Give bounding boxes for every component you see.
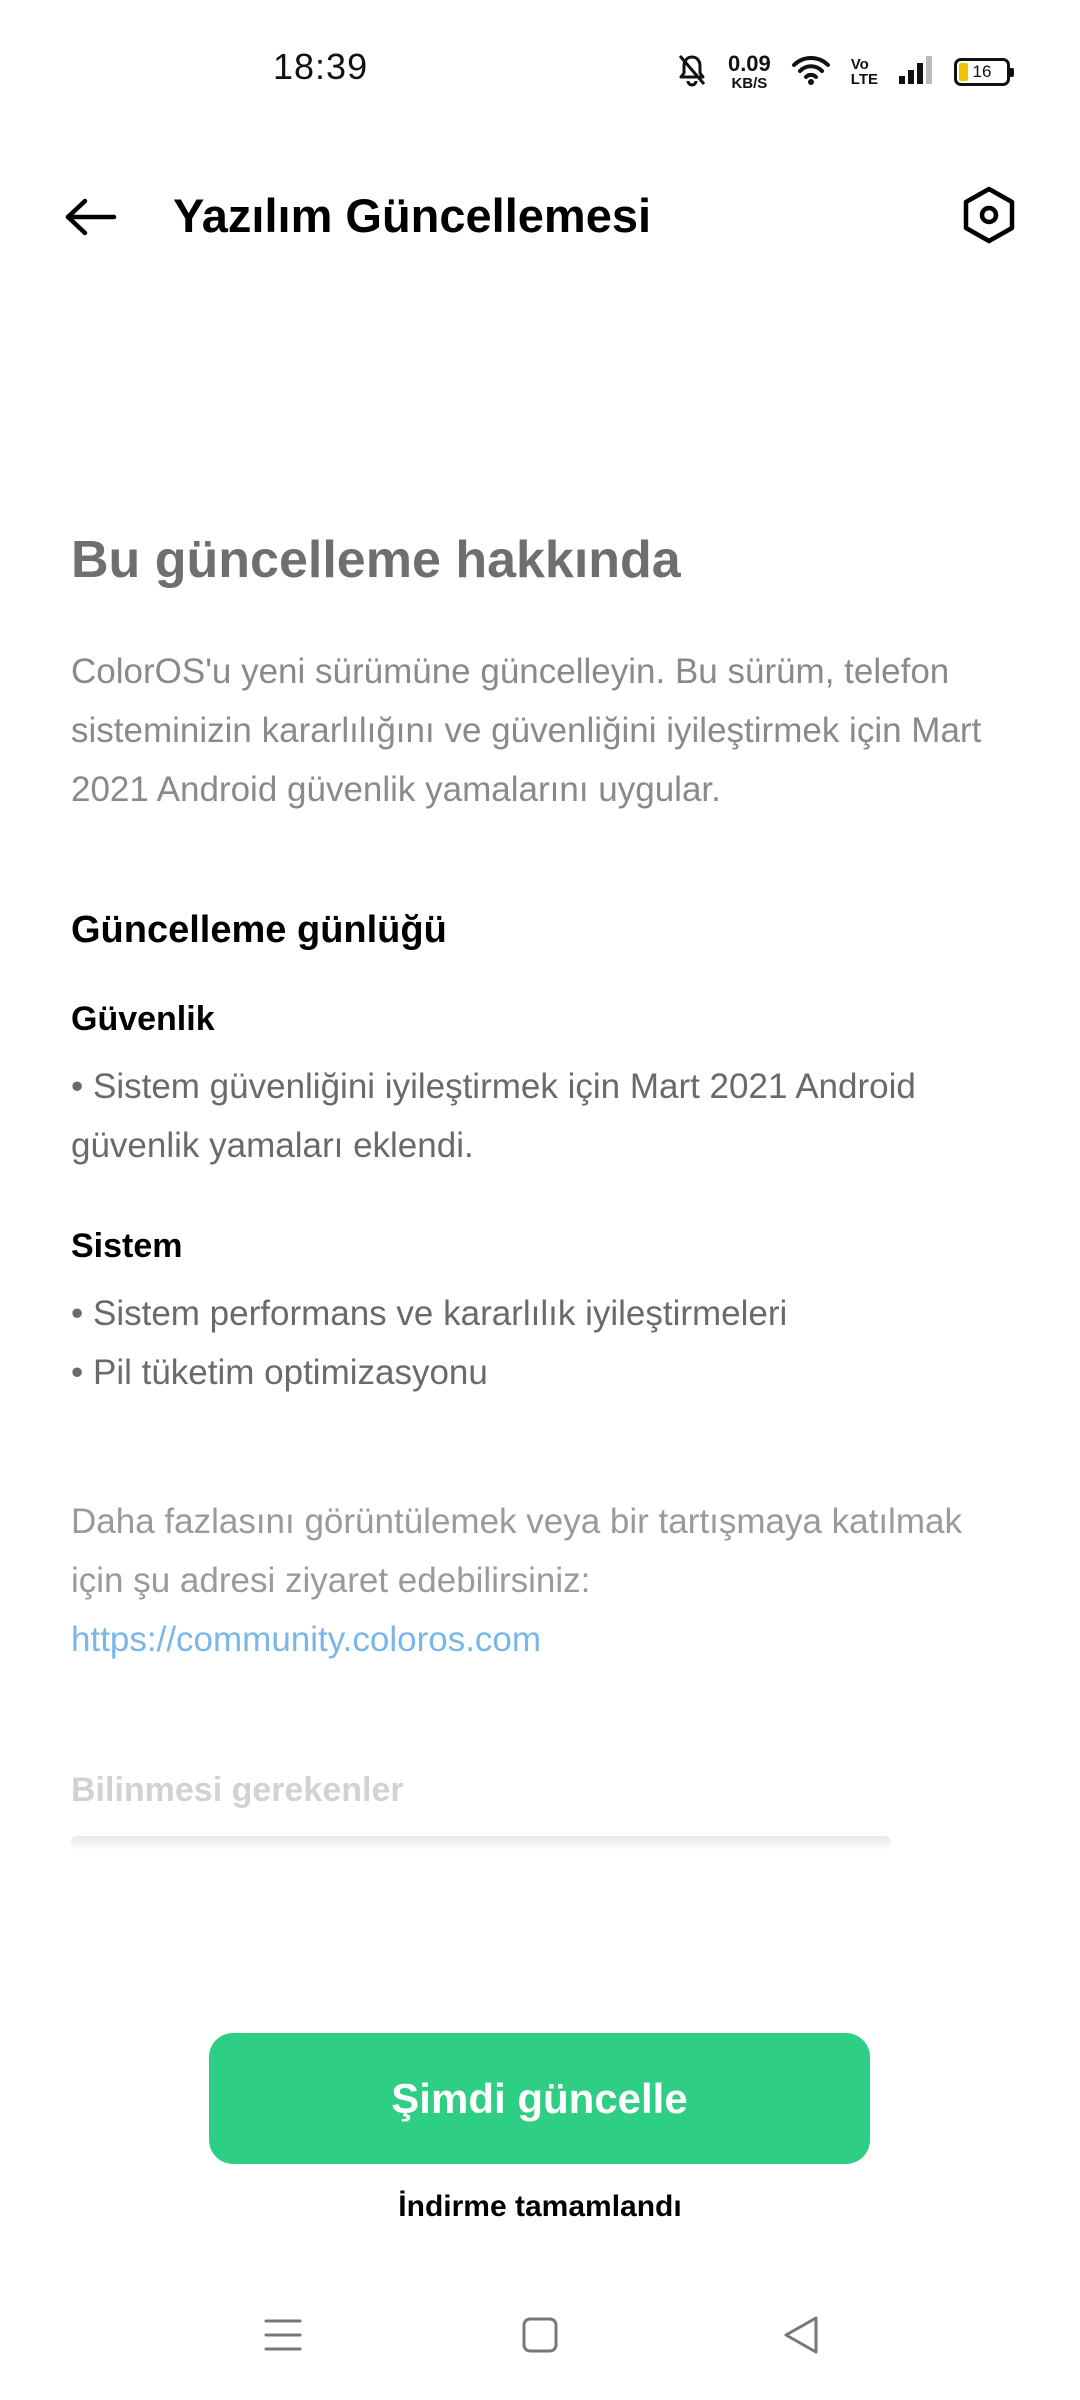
- back-triangle-icon: [782, 2315, 820, 2360]
- home-square-icon: [521, 2316, 559, 2359]
- about-description: ColorOS'u yeni sürümüne güncelleyin. Bu …: [71, 652, 982, 809]
- list-item: • Pil tüketim optimizasyonu: [71, 1353, 488, 1392]
- community-link[interactable]: https://community.coloros.com: [71, 1620, 541, 1659]
- signal-icon: [898, 55, 934, 90]
- about-title: Bu güncelleme hakkında: [71, 531, 681, 589]
- nav-home-button[interactable]: [500, 2302, 580, 2372]
- section-body-system: • Sistem performans ve kararlılık iyileş…: [71, 1284, 1011, 1402]
- hexagon-settings-icon: [962, 186, 1016, 249]
- battery-level: 16: [972, 62, 992, 81]
- app-bar: Yazılım Güncellemesi: [0, 160, 1080, 270]
- battery-icon: 16: [954, 58, 1014, 86]
- status-bar: 18:39 0.09 KB/S Vo LTE 16: [0, 0, 1080, 140]
- update-details: Bu güncelleme hakkında ColorOS'u yeni sü…: [71, 530, 1011, 1850]
- nav-menu-button[interactable]: [243, 2302, 323, 2372]
- back-button[interactable]: [56, 184, 126, 254]
- notes-title: Bilinmesi gerekenler: [71, 1771, 404, 1809]
- arrow-left-icon: [64, 197, 118, 242]
- changelog-title: Güncelleme günlüğü: [71, 909, 447, 951]
- wifi-icon: [791, 54, 831, 91]
- section-body-security: • Sistem güvenliğini iyileştirmek için M…: [71, 1057, 1011, 1175]
- more-info: Daha fazlasını görüntülemek veya bir tar…: [71, 1492, 1011, 1669]
- more-info-text: Daha fazlasını görüntülemek veya bir tar…: [71, 1502, 962, 1600]
- net-speed: 0.09 KB/S: [727, 51, 771, 92]
- bell-muted-icon: [676, 53, 708, 92]
- download-status: İndirme tamamlandı: [398, 2190, 682, 2223]
- scroll-fade: [0, 1870, 1080, 2010]
- section-title-security: Güvenlik: [71, 1000, 215, 1038]
- nav-back-button[interactable]: [761, 2302, 841, 2372]
- volte-indicator: Vo LTE: [851, 57, 878, 87]
- net-speed-unit: KB/S: [731, 75, 768, 92]
- battery-fill: [959, 63, 968, 81]
- faded-text-line: [71, 1836, 891, 1850]
- page-title: Yazılım Güncellemesi: [173, 189, 652, 242]
- update-now-button[interactable]: Şimdi güncelle: [209, 2033, 870, 2164]
- status-icons: 0.09 KB/S Vo LTE 16: [676, 48, 1014, 96]
- list-item: • Sistem performans ve kararlılık iyileş…: [71, 1294, 788, 1333]
- section-title-system: Sistem: [71, 1227, 183, 1265]
- settings-button[interactable]: [954, 182, 1024, 252]
- volte-top: Vo: [850, 56, 869, 73]
- volte-bottom: LTE: [850, 71, 878, 88]
- menu-icon: [263, 2317, 303, 2358]
- navigation-bar: [0, 2290, 1080, 2380]
- list-item: • Sistem güvenliğini iyileştirmek için M…: [71, 1067, 916, 1165]
- status-time: 18:39: [273, 46, 369, 87]
- net-speed-value: 0.09: [727, 51, 771, 76]
